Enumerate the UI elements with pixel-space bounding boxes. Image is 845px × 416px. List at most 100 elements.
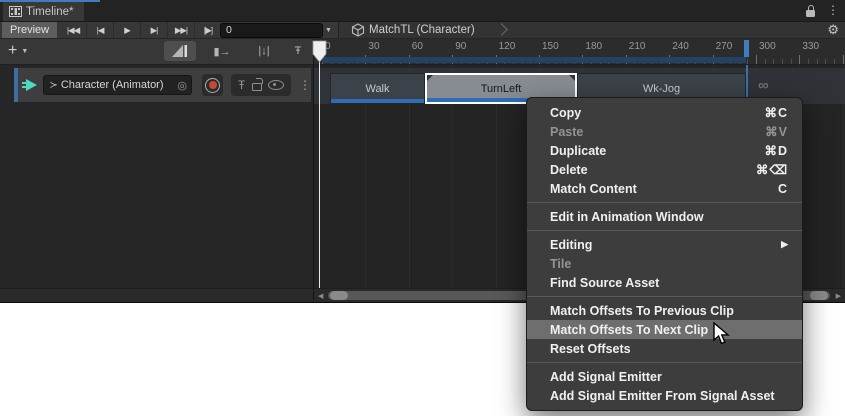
ruler-minor-tick: [791, 59, 792, 64]
record-ring-icon: [205, 78, 220, 93]
left-hscrollbar[interactable]: [0, 288, 313, 302]
play-range-button[interactable]: [▶]: [195, 22, 222, 38]
breadcrumb-chevron-icon: [495, 23, 508, 36]
tab-title: Timeline*: [26, 6, 74, 18]
playhead-line: [319, 62, 320, 288]
playhead-marker[interactable]: [312, 40, 327, 63]
menu-separator: [527, 230, 802, 231]
ruler-major-tick: [799, 55, 800, 64]
menu-item-add-signal-emitter-from-signal-asset[interactable]: Add Signal Emitter From Signal Asset: [527, 386, 802, 405]
scrollbar-handle-right[interactable]: [810, 291, 828, 300]
next-frame-button[interactable]: ▶|: [141, 22, 168, 38]
goto-end-button[interactable]: ▶▶|: [168, 22, 195, 38]
menu-item-label: Add Signal Emitter From Signal Asset: [550, 389, 788, 403]
tab-timeline[interactable]: Timeline*: [3, 2, 84, 21]
window-menu-icon[interactable]: ⋮: [827, 3, 839, 18]
time-ruler[interactable]: 0306090120150180210240270300330360: [314, 39, 845, 65]
add-track-button[interactable]: + ▼: [8, 42, 28, 60]
scroll-right-icon[interactable]: ▶: [836, 292, 841, 300]
ruler-label: 270: [716, 41, 733, 52]
context-menu: Copy⌘C Paste ⌘V Duplicate ⌘D Delete ⌘⌫ Match Co…: [526, 97, 803, 411]
transport-bar: Preview |◀◀|◀▶▶|▶▶|[▶] 0 ▼ MatchTL (Char…: [0, 22, 845, 39]
menu-item-paste: Paste ⌘V: [527, 122, 802, 141]
unlock-icon[interactable]: [252, 83, 262, 91]
animation-track-header[interactable]: ≻ Character (Animator) ◎ Ŧ ⋮: [14, 68, 311, 102]
menu-item-edit-in-animation-window[interactable]: Edit in Animation Window: [527, 207, 802, 226]
mix-mode-button[interactable]: [164, 41, 196, 61]
menu-item-match-offsets-to-next-clip[interactable]: Match Offsets To Next Clip: [527, 320, 802, 339]
plus-icon: +: [8, 42, 17, 60]
track-kebab-icon[interactable]: ⋮: [299, 78, 311, 92]
ruler-minor-tick: [825, 59, 826, 64]
ruler-minor-tick: [747, 59, 748, 64]
clip-label: Wk-Jog: [643, 83, 680, 95]
menu-item-label: Duplicate: [550, 144, 752, 158]
object-picker-icon[interactable]: ◎: [177, 79, 187, 92]
prefab-cube-icon: [351, 23, 365, 37]
menu-item-label: Find Source Asset: [550, 276, 788, 290]
menu-item-find-source-asset[interactable]: Find Source Asset: [527, 273, 802, 292]
prev-frame-button[interactable]: |◀: [87, 22, 114, 38]
menu-item-match-offsets-to-previous-clip[interactable]: Match Offsets To Previous Clip: [527, 301, 802, 320]
menu-shortcut: ⌘V: [765, 124, 788, 139]
ripple-mode-button[interactable]: ▮→: [206, 41, 238, 61]
menu-item-label: Match Offsets To Previous Clip: [550, 304, 788, 318]
breadcrumb: MatchTL (Character) ⚙: [338, 22, 845, 38]
menu-item-label: Editing: [550, 238, 781, 252]
ruler-minor-tick: [773, 59, 774, 64]
lock-icon[interactable]: [806, 10, 815, 17]
scrollbar-handle-left[interactable]: [330, 291, 348, 300]
track-pin-icon[interactable]: Ŧ: [238, 78, 245, 92]
ruler-minor-tick: [834, 59, 835, 64]
menu-item-add-signal-emitter[interactable]: Add Signal Emitter: [527, 367, 802, 386]
menu-item-delete[interactable]: Delete ⌘⌫: [527, 160, 802, 179]
menu-separator: [527, 296, 802, 297]
ruler-label: 90: [455, 41, 466, 52]
frame-input[interactable]: 0: [220, 23, 323, 38]
ruler-label: 300: [759, 41, 776, 52]
record-dot-icon: [209, 81, 217, 89]
timeline-toolbar: + ▼ ▮→ |↓|Ŧ: [0, 39, 313, 65]
menu-item-label: Match Content: [550, 182, 766, 196]
record-button[interactable]: [202, 74, 223, 96]
scroll-left-icon[interactable]: ◀: [318, 292, 323, 300]
menu-shortcut: C: [778, 182, 788, 196]
menu-item-duplicate[interactable]: Duplicate ⌘D: [527, 141, 802, 160]
ruler-label: 120: [499, 41, 516, 52]
mute-eye-icon[interactable]: [268, 80, 284, 90]
blend-out-icon: [569, 75, 575, 81]
ruler-major-tick: [843, 55, 844, 64]
menu-item-label: Add Signal Emitter: [550, 370, 788, 384]
ruler-minor-tick: [765, 59, 766, 64]
frame-dropdown-icon[interactable]: ▼: [325, 27, 332, 34]
menu-item-match-content[interactable]: Match Content C: [527, 179, 802, 198]
menu-item-editing[interactable]: Editing▶: [527, 235, 802, 254]
menu-item-label: Tile: [550, 257, 788, 271]
ruler-label: 330: [802, 41, 819, 52]
animator-avatar-icon: ≻: [49, 80, 57, 91]
menu-item-label: Paste: [550, 125, 753, 139]
clip-label: TurnLeft: [481, 83, 522, 95]
timeline-end-marker[interactable]: [744, 40, 749, 57]
preview-toggle[interactable]: Preview: [2, 22, 57, 38]
ruler-label: 150: [542, 41, 559, 52]
ruler-major-tick: [756, 55, 757, 64]
ruler-label: 240: [672, 41, 689, 52]
menu-item-tile: Tile: [527, 254, 802, 273]
menu-item-copy[interactable]: Copy⌘C: [527, 103, 802, 122]
menu-item-reset-offsets[interactable]: Reset Offsets: [527, 339, 802, 358]
ruler-label: 60: [412, 41, 423, 52]
menu-item-label: Delete: [550, 163, 744, 177]
gear-icon[interactable]: ⚙: [827, 22, 839, 38]
track-binding-field[interactable]: ≻ Character (Animator) ◎: [43, 75, 192, 95]
menu-shortcut: ⌘⌫: [756, 162, 788, 177]
breadcrumb-title[interactable]: MatchTL (Character): [369, 22, 475, 38]
marker-pin-button[interactable]: Ŧ: [282, 41, 314, 61]
menu-shortcut: ⌘D: [764, 143, 788, 158]
clip-walk[interactable]: Walk: [330, 73, 425, 104]
play-button[interactable]: ▶: [114, 22, 141, 38]
ruler-minor-tick: [817, 59, 818, 64]
screenshot-stage: Timeline* ⋮ Preview |◀◀|◀▶▶|▶▶|[▶] 0 ▼ M…: [0, 0, 845, 416]
goto-start-button[interactable]: |◀◀: [60, 22, 87, 38]
replace-mode-button[interactable]: |↓|: [248, 41, 280, 61]
